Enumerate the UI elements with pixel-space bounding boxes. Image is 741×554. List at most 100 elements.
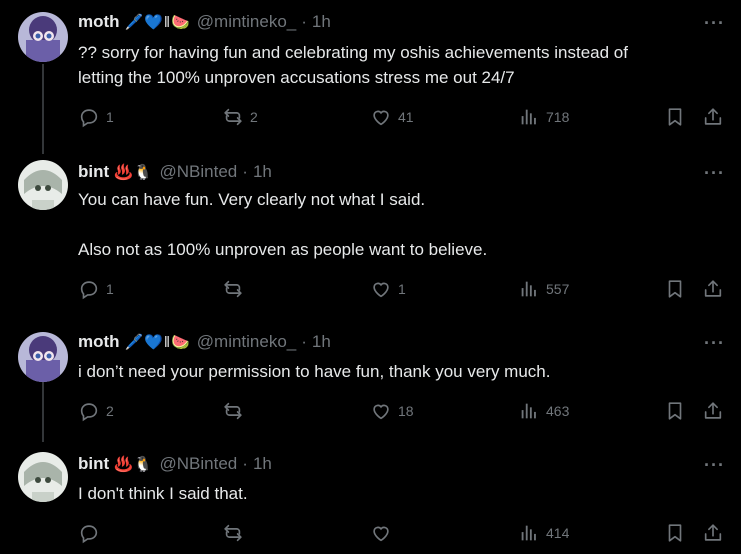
tweet-header: moth 🖊️💙‖🍉 @mintineko_ · 1h (78, 12, 331, 32)
avatar[interactable] (18, 12, 68, 62)
likes-count: 1 (398, 281, 406, 297)
replies-count: 1 (106, 281, 114, 297)
tweet-text-line: I don't think I said that. (78, 484, 248, 503)
like-button[interactable]: 18 (370, 400, 414, 422)
more-icon[interactable]: ··· (704, 333, 725, 354)
replies-count: 2 (106, 403, 114, 419)
reply-icon (78, 106, 100, 128)
views-button[interactable]: 463 (518, 400, 569, 422)
repost-icon (222, 522, 244, 544)
like-button[interactable]: 1 (370, 278, 406, 300)
timestamp[interactable]: 1h (312, 12, 331, 32)
tweet-text-line: i don’t need your permission to have fun… (78, 362, 551, 381)
timestamp[interactable]: 1h (312, 332, 331, 352)
reply-button[interactable]: 1 (78, 106, 114, 128)
username-handle[interactable]: @mintineko_ (197, 12, 296, 32)
more-icon[interactable]: ··· (704, 13, 725, 34)
tweet[interactable]: moth 🖊️💙‖🍉 @mintineko_ · 1h ··· i don’t … (0, 320, 741, 445)
bookmark-button[interactable] (664, 106, 686, 128)
like-icon (370, 106, 392, 128)
name-emojis: 🖊️💙‖🍉 (124, 334, 191, 351)
username-handle[interactable]: @NBinted (160, 454, 238, 474)
tweet-text-line: Also not as 100% unproven as people want… (78, 240, 488, 259)
share-button[interactable] (702, 278, 724, 300)
tweet-header: bint ♨️🐧 @NBinted · 1h (78, 454, 272, 474)
repost-button[interactable] (222, 400, 250, 422)
likes-count: 18 (398, 403, 414, 419)
display-name[interactable]: bint (78, 454, 109, 474)
tweet-text-line: You can have fun. Very clearly not what … (78, 190, 426, 209)
views-icon (518, 106, 540, 128)
name-emojis: ♨️🐧 (114, 164, 154, 181)
bookmark-icon (664, 106, 686, 128)
action-bar: 414 (78, 522, 728, 546)
repost-button[interactable]: 2 (222, 106, 258, 128)
bookmark-icon (664, 522, 686, 544)
like-icon (370, 400, 392, 422)
share-button[interactable] (702, 400, 724, 422)
separator-dot: · (242, 454, 248, 473)
likes-count: 41 (398, 109, 414, 125)
tweet-text-line: ?? sorry for having fun and celebrating … (78, 43, 628, 62)
avatar[interactable] (18, 452, 68, 502)
like-icon (370, 278, 392, 300)
repost-icon (222, 278, 244, 300)
tweet-text: I don't think I said that. (78, 481, 718, 506)
timestamp[interactable]: 1h (253, 162, 272, 182)
username-handle[interactable]: @mintineko_ (197, 332, 296, 352)
views-count: 463 (546, 403, 570, 419)
tweet[interactable]: bint ♨️🐧 @NBinted · 1h ··· I don't think… (0, 442, 741, 554)
display-name[interactable]: moth (78, 332, 120, 352)
tweet-text-line: letting the 100% unproven accusations st… (78, 68, 515, 87)
separator-dot: · (301, 332, 307, 351)
share-icon (702, 400, 724, 422)
reply-button[interactable]: 2 (78, 400, 114, 422)
separator-dot: · (301, 12, 307, 31)
bookmark-icon (664, 278, 686, 300)
reply-icon (78, 400, 100, 422)
views-button[interactable]: 718 (518, 106, 569, 128)
tweet[interactable]: bint ♨️🐧 @NBinted · 1h ··· You can have … (0, 150, 741, 320)
like-button[interactable] (370, 522, 398, 544)
username-handle[interactable]: @NBinted (160, 162, 238, 182)
timestamp[interactable]: 1h (253, 454, 272, 474)
more-icon[interactable]: ··· (704, 163, 725, 184)
more-icon[interactable]: ··· (704, 455, 725, 476)
reply-button[interactable]: 1 (78, 278, 114, 300)
tweet-text: i don’t need your permission to have fun… (78, 359, 718, 384)
tweet-text: You can have fun. Very clearly not what … (78, 187, 718, 262)
repost-icon (222, 400, 244, 422)
tweet-header: bint ♨️🐧 @NBinted · 1h (78, 162, 272, 182)
display-name[interactable]: bint (78, 162, 109, 182)
views-icon (518, 278, 540, 300)
display-name[interactable]: moth (78, 12, 120, 32)
reply-button[interactable] (78, 522, 106, 544)
action-bar: 1 1 557 (78, 278, 728, 302)
views-button[interactable]: 414 (518, 522, 569, 544)
tweet-text: ?? sorry for having fun and celebrating … (78, 40, 718, 90)
tweet[interactable]: moth 🖊️💙‖🍉 @mintineko_ · 1h ··· ?? sorry… (0, 0, 741, 150)
repost-icon (222, 106, 244, 128)
reply-icon (78, 522, 100, 544)
repost-button[interactable] (222, 278, 250, 300)
action-bar: 1 2 41 718 (78, 106, 728, 130)
bookmark-button[interactable] (664, 522, 686, 544)
avatar[interactable] (18, 332, 68, 382)
separator-dot: · (242, 162, 248, 181)
share-button[interactable] (702, 106, 724, 128)
views-button[interactable]: 557 (518, 278, 569, 300)
name-emojis: 🖊️💙‖🍉 (124, 14, 191, 31)
replies-count: 1 (106, 109, 114, 125)
avatar[interactable] (18, 160, 68, 210)
views-icon (518, 522, 540, 544)
reposts-count: 2 (250, 109, 258, 125)
bookmark-icon (664, 400, 686, 422)
share-button[interactable] (702, 522, 724, 544)
like-button[interactable]: 41 (370, 106, 414, 128)
views-count: 557 (546, 281, 570, 297)
bookmark-button[interactable] (664, 400, 686, 422)
repost-button[interactable] (222, 522, 250, 544)
bookmark-button[interactable] (664, 278, 686, 300)
name-emojis: ♨️🐧 (114, 456, 154, 473)
action-bar: 2 18 463 (78, 400, 728, 424)
